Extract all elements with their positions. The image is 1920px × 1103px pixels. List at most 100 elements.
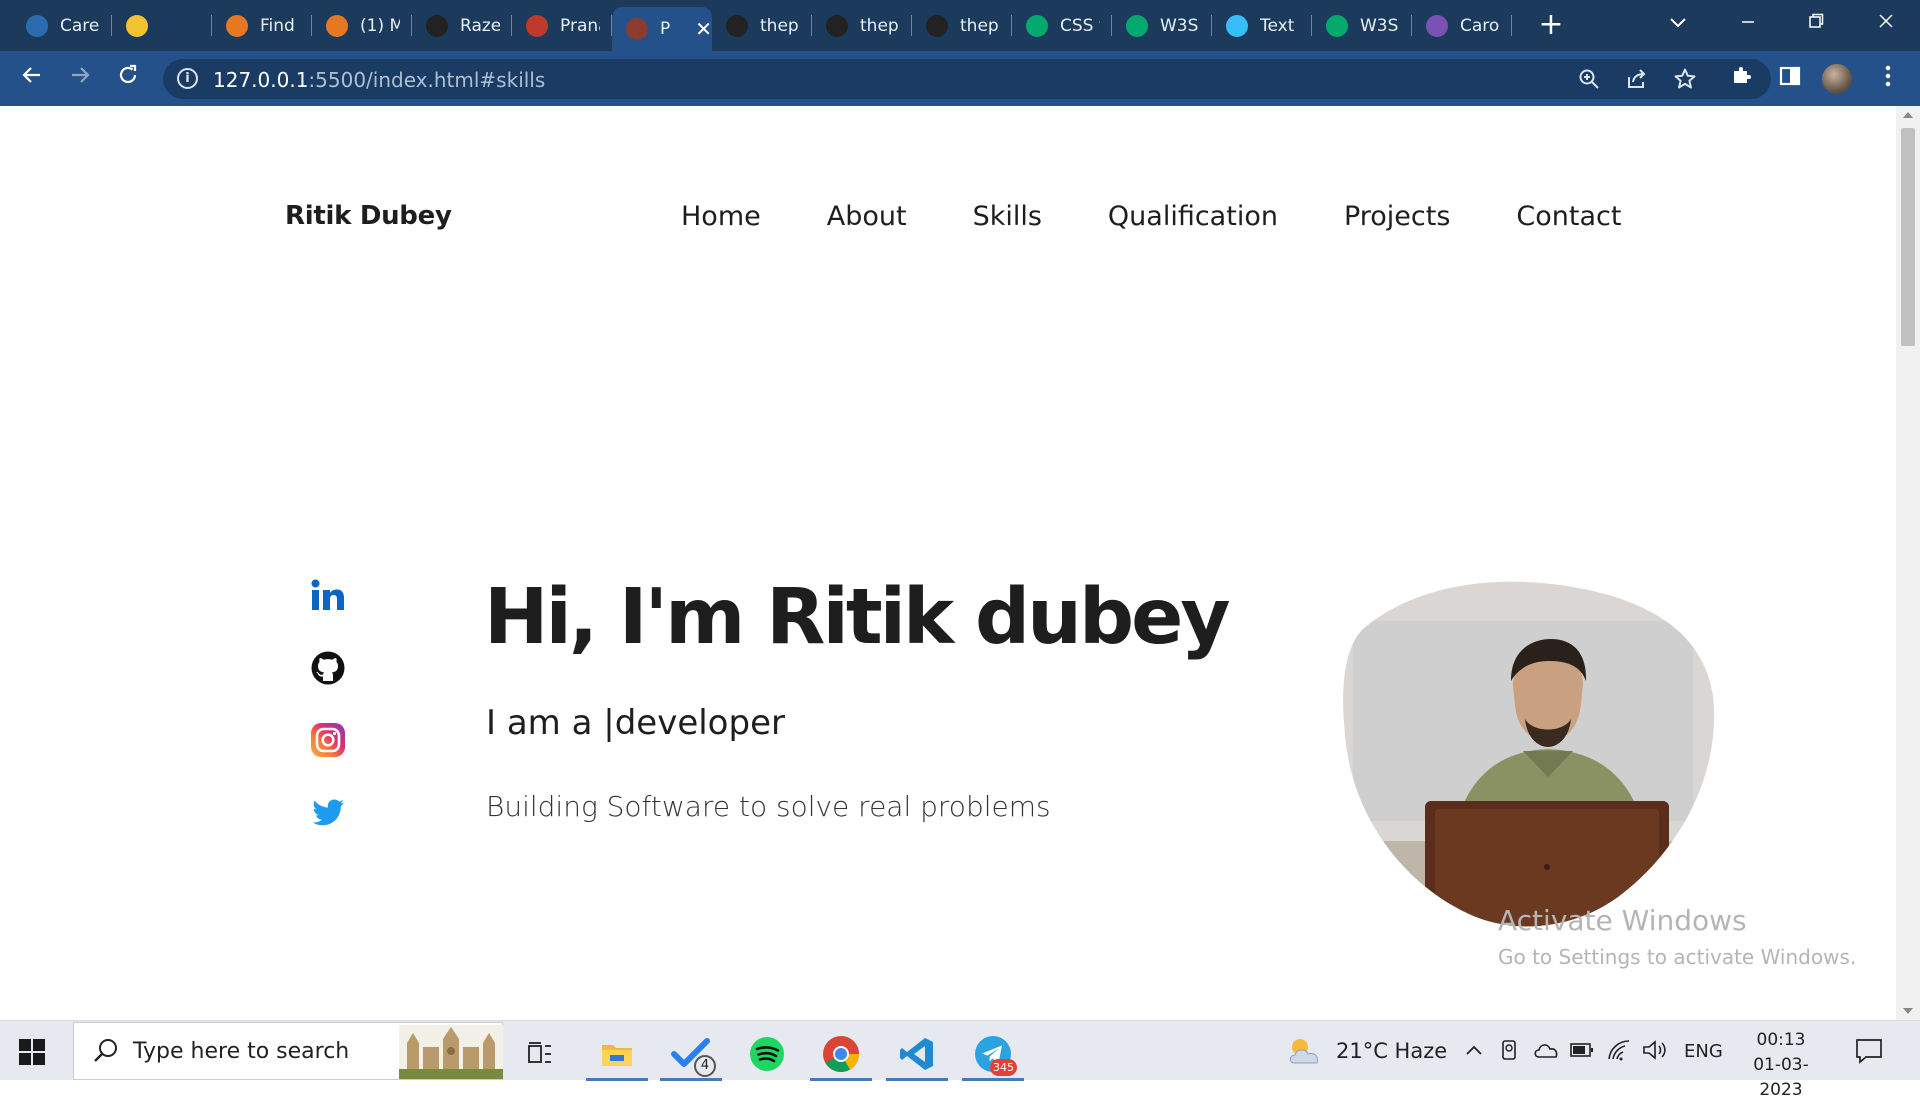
watermark-subtitle: Go to Settings to activate Windows. [1498,945,1857,969]
browser-tab[interactable]: (1) M [312,0,412,51]
scrollbar-thumb[interactable] [1901,128,1915,346]
url-text[interactable]: 127.0.0.1:5500/index.html#skills [213,68,545,92]
nav-link-home[interactable]: Home [681,201,761,232]
scroll-up-arrow-icon[interactable] [1903,112,1913,118]
show-hidden-icons-chevron-icon[interactable] [1465,1043,1483,1057]
close-window-button[interactable] [1852,0,1920,44]
meet-now-icon[interactable] [1500,1039,1520,1061]
browser-tab[interactable]: thep [712,0,812,51]
search-highlight-cathedral-icon [399,1025,503,1079]
windows-taskbar: Type here to search 4 345 21°C Haze ENG … [0,1020,1920,1100]
profile-avatar[interactable] [1822,64,1852,94]
activate-windows-watermark: Activate Windows Go to Settings to activ… [1498,904,1856,969]
hero-title: Hi, I'm Ritik dubey [484,573,1231,662]
language-indicator[interactable]: ENG [1684,1041,1723,1062]
wifi-icon[interactable] [1607,1039,1631,1061]
weather-cloud-sun-icon[interactable] [1286,1035,1326,1067]
browser-tab[interactable]: CSS v [1012,0,1112,51]
forward-button[interactable] [62,61,98,97]
w3-icon [1326,14,1348,37]
browser-tab[interactable]: Prana [512,0,612,51]
site-info-icon[interactable]: i [177,68,198,89]
minimize-button[interactable] [1714,0,1782,44]
tab-strip: CareeFind(1) MRazePranaP✕thepthepthepCSS… [12,0,1512,51]
taskbar-vscode[interactable] [886,1027,948,1081]
zoom-icon[interactable] [1576,67,1602,93]
browser-tab[interactable]: Find [212,0,312,51]
reload-button[interactable] [110,61,146,97]
folder-icon [602,1045,632,1066]
weather-text[interactable]: 21°C Haze [1336,1039,1447,1063]
page-scrollbar[interactable] [1896,106,1920,1020]
profile-photo [1343,581,1715,927]
nav-link-contact[interactable]: Contact [1516,201,1621,232]
stack-icon [226,14,248,37]
taskbar-spotify[interactable] [736,1027,798,1081]
extensions-icon[interactable] [1724,61,1760,97]
scroll-down-arrow-icon[interactable] [1903,1008,1913,1014]
tailwind-icon [1226,14,1248,37]
tab-search-icon[interactable] [1644,0,1712,44]
github-icon [926,14,948,37]
close-tab-icon[interactable]: ✕ [695,17,712,41]
nav-link-qualification[interactable]: Qualification [1108,201,1278,232]
side-panel-icon[interactable] [1772,61,1808,97]
browser-tab[interactable]: thep [912,0,1012,51]
vscode-icon [900,1038,933,1070]
social-links [308,576,348,864]
tab-title: Prana [560,15,600,36]
browser-tab[interactable]: Caree [12,0,112,51]
linkedin-icon[interactable] [308,576,348,616]
tab-title: Raze [460,15,500,36]
twitter-icon[interactable] [308,792,348,832]
site-brand[interactable]: Ritik Dubey [285,201,452,231]
browser-tab[interactable] [112,0,212,51]
taskbar-todo[interactable]: 4 [660,1027,722,1081]
tab-title: W3S [1160,15,1199,36]
hero-description: Building Software to solve real problems [486,790,1051,823]
onedrive-cloud-icon[interactable] [1533,1041,1559,1059]
tab-title: thep [860,15,899,36]
browser-tab[interactable]: Text [1212,0,1312,51]
browser-tab[interactable]: thep [812,0,912,51]
taskbar-clock[interactable]: 00:13 01-03-2023 [1733,1028,1829,1103]
share-icon[interactable] [1624,67,1650,93]
new-tab-button[interactable]: + [1535,9,1567,41]
browser-tab[interactable]: P ✕ [612,7,712,51]
volume-icon[interactable] [1642,1039,1668,1061]
browser-tab[interactable]: Caro [1412,0,1512,51]
nav-link-projects[interactable]: Projects [1344,201,1450,232]
search-icon [94,1039,117,1062]
taskbar-chrome[interactable] [810,1027,872,1081]
restore-button[interactable] [1782,0,1850,44]
tab-title: Text [1260,15,1295,36]
avatar-icon [526,14,548,37]
menu-kebab-icon[interactable] [1870,61,1906,97]
clock-time: 00:13 [1756,1030,1806,1050]
clock-date: 01-03-2023 [1753,1055,1809,1100]
taskbar-telegram[interactable]: 345 [962,1027,1024,1081]
instagram-icon[interactable] [308,720,348,760]
battery-icon[interactable] [1570,1042,1594,1058]
hero-subtitle: I am a |developer [486,703,785,743]
back-button[interactable] [14,61,50,97]
taskbar-file-explorer[interactable] [586,1027,648,1081]
tab-title: thep [760,15,799,36]
address-bar[interactable]: i 127.0.0.1:5500/index.html#skills [163,59,1771,99]
spotify-icon [750,1037,784,1071]
emoji-icon [126,14,148,37]
task-view-button[interactable] [509,1027,571,1081]
tab-title: P [660,19,671,39]
windows-start-icon[interactable] [19,1039,45,1065]
nav-link-skills[interactable]: Skills [973,201,1042,232]
notification-center-icon[interactable] [1855,1038,1883,1064]
browser-tab[interactable]: W3S [1312,0,1412,51]
tab-title: (1) M [360,15,400,36]
browser-tab[interactable]: W3S [1112,0,1212,51]
bookmark-star-icon[interactable] [1672,67,1698,93]
nav-link-about[interactable]: About [827,201,907,232]
browser-tab[interactable]: Raze [412,0,512,51]
taskbar-search-box[interactable]: Type here to search [73,1022,503,1080]
telegram-badge: 345 [990,1059,1017,1076]
github-icon[interactable] [308,648,348,688]
